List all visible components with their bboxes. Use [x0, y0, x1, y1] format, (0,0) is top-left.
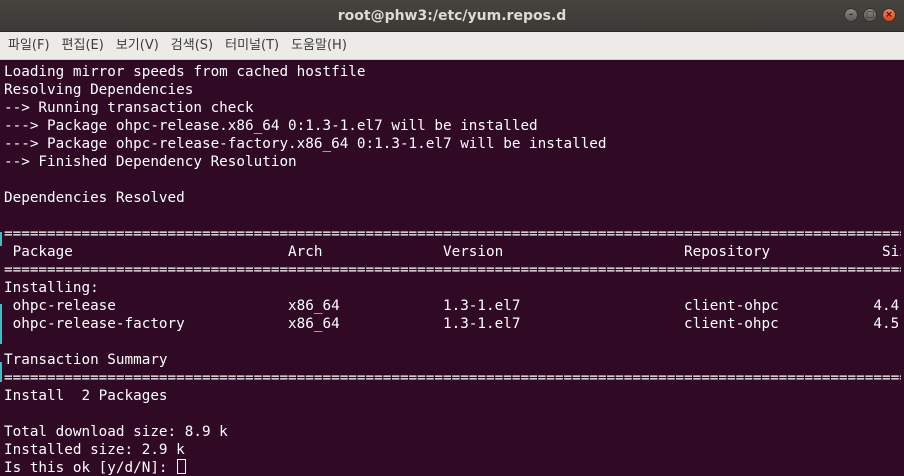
title-bar[interactable]: root@phw3:/etc/yum.repos.d – □ × — [0, 0, 904, 32]
install-count: Install 2 Packages — [4, 388, 168, 404]
close-icon[interactable]: × — [882, 8, 896, 22]
menu-edit[interactable]: 편집(E) — [56, 32, 110, 60]
section-installing: Installing: — [4, 280, 99, 296]
separator-rule: ========================================… — [4, 226, 904, 242]
prompt-line: Is this ok [y/d/N]: — [4, 459, 904, 476]
side-marks — [0, 60, 2, 476]
menu-search[interactable]: 검색(S) — [165, 32, 219, 60]
window-title: root@phw3:/etc/yum.repos.d — [337, 7, 567, 24]
window-controls: – □ × — [844, 8, 896, 22]
output-line: --> Finished Dependency Resolution — [4, 154, 297, 170]
output-line: Loading mirror speeds from cached hostfi… — [4, 64, 366, 80]
output-line: Resolving Dependencies — [4, 82, 194, 98]
text-cursor[interactable] — [176, 459, 186, 474]
menu-help[interactable]: 도움말(H) — [285, 32, 353, 60]
output-line: Dependencies Resolved — [4, 190, 185, 206]
terminal-window: root@phw3:/etc/yum.repos.d – □ × 파일(F) 편… — [0, 0, 904, 476]
menu-terminal[interactable]: 터미널(T) — [219, 32, 285, 60]
separator-rule: ========================================… — [4, 262, 904, 278]
maximize-icon[interactable]: □ — [863, 8, 877, 22]
download-size: Total download size: 8.9 k — [4, 424, 228, 440]
table-row: ohpc-release x86_64 1.3-1.el7 client-ohp… — [4, 298, 904, 314]
side-mark — [0, 232, 2, 246]
output-line: ---> Package ohpc-release-factory.x86_64… — [4, 136, 607, 152]
installed-size: Installed size: 2.9 k — [4, 442, 185, 458]
table-header: Package Arch Version Repository Size — [4, 244, 904, 260]
side-mark — [0, 362, 2, 382]
output-line: ---> Package ohpc-release.x86_64 0:1.3-1… — [4, 118, 538, 134]
summary-title: Transaction Summary — [4, 352, 168, 368]
side-mark — [0, 304, 2, 344]
output-line: --> Running transaction check — [4, 100, 254, 116]
terminal-output[interactable]: Loading mirror speeds from cached hostfi… — [0, 60, 904, 476]
separator-rule: ========================================… — [4, 370, 904, 386]
minimize-icon[interactable]: – — [844, 8, 858, 22]
menu-bar: 파일(F) 편집(E) 보기(V) 검색(S) 터미널(T) 도움말(H) — [0, 32, 904, 60]
prompt-text: Is this ok [y/d/N]: — [4, 460, 168, 476]
menu-view[interactable]: 보기(V) — [110, 32, 165, 60]
table-row: ohpc-release-factory x86_64 1.3-1.el7 cl… — [4, 316, 904, 332]
menu-file[interactable]: 파일(F) — [2, 32, 56, 60]
